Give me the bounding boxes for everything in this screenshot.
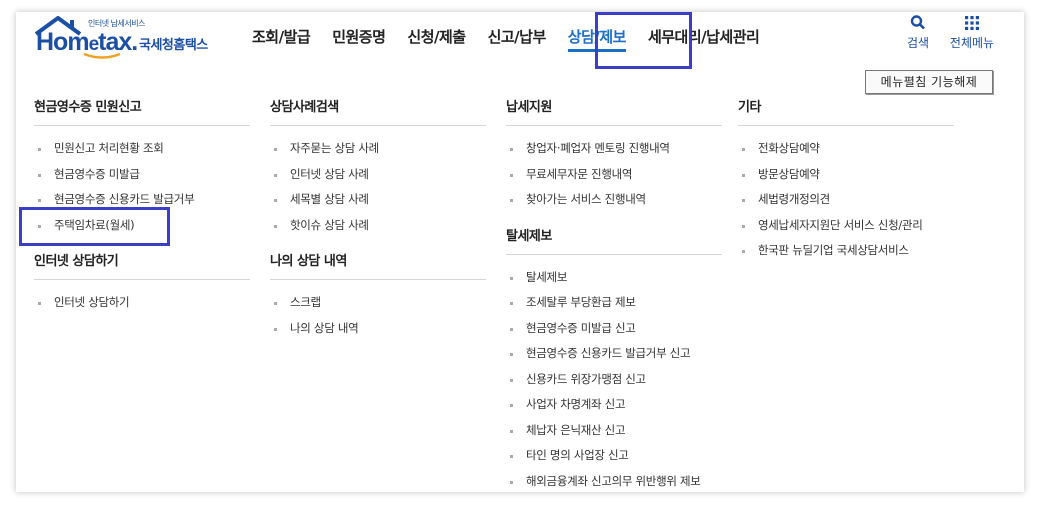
logo-org-name: 국세청홈택스 bbox=[139, 38, 208, 53]
menu-column-2: 상담사례검색 자주묻는 상담 사례 인터넷 상담 사례 세목별 상담 사례 핫이… bbox=[270, 96, 486, 353]
menu-column-4: 기타 전화상담예약 방문상담예약 세법령개정의견 영세납세자지원단 서비스 신청… bbox=[738, 96, 954, 276]
gnb-item-report-payment[interactable]: 신고/납부 bbox=[477, 12, 557, 70]
section-title[interactable]: 기타 bbox=[738, 96, 954, 126]
hometax-logo[interactable]: 인터넷 납세서비스 Hometax. 국세청홈택스 bbox=[34, 14, 234, 60]
main-frame: 인터넷 납세서비스 Hometax. 국세청홈택스 조회/발급 민원증명 신청/… bbox=[16, 12, 1024, 492]
gnb-item-application[interactable]: 신청/제출 bbox=[396, 12, 476, 70]
search-label: 검색 bbox=[906, 36, 930, 50]
section-tax-evasion-report: 탈세제보 탈세제보 조세탈루 부당환급 제보 현금영수증 미발급 신고 현금영수… bbox=[506, 225, 722, 493]
section-title[interactable]: 나의 상담 내역 bbox=[270, 250, 486, 280]
menu-item[interactable]: 전화상담예약 bbox=[738, 136, 954, 162]
menu-item[interactable]: 사업자 차명계좌 신고 bbox=[506, 392, 722, 418]
section-title[interactable]: 상담사례검색 bbox=[270, 96, 486, 126]
menu-item[interactable]: 자주묻는 상담 사례 bbox=[270, 136, 486, 162]
menu-item[interactable]: 조세탈루 부당환급 제보 bbox=[506, 290, 722, 316]
menu-item[interactable]: 인터넷 상담하기 bbox=[34, 290, 250, 316]
menu-item[interactable]: 인터넷 상담 사례 bbox=[270, 162, 486, 188]
menu-item[interactable]: 영세납세자지원단 서비스 신청/관리 bbox=[738, 213, 954, 239]
menu-item[interactable]: 현금영수증 미발급 신고 bbox=[506, 316, 722, 342]
menu-item[interactable]: 해외금융계좌 신고의무 위반행위 제보 bbox=[506, 469, 722, 493]
menu-item[interactable]: 민원신고 처리현황 조회 bbox=[34, 136, 250, 162]
menu-item[interactable]: 방문상담예약 bbox=[738, 162, 954, 188]
menu-item[interactable]: 타인 명의 사업장 신고 bbox=[506, 443, 722, 469]
gnb-item-certificate[interactable]: 민원증명 bbox=[321, 12, 396, 70]
menu-item[interactable]: 찾아가는 서비스 진행내역 bbox=[506, 187, 722, 213]
menu-item[interactable]: 현금영수증 미발급 bbox=[34, 162, 250, 188]
menu-item[interactable]: 무료세무자문 진행내역 bbox=[506, 162, 722, 188]
highlight-box-housing-rent bbox=[19, 207, 170, 246]
all-menu-button[interactable]: 전체메뉴 bbox=[944, 14, 1000, 51]
menu-item[interactable]: 신용카드 위장가맹점 신고 bbox=[506, 367, 722, 393]
menu-item[interactable]: 현금영수증 신용카드 발급거부 신고 bbox=[506, 341, 722, 367]
highlight-box-consult-tab bbox=[595, 12, 692, 69]
all-menu-label: 전체메뉴 bbox=[949, 36, 995, 50]
section-consult-case-search: 상담사례검색 자주묻는 상담 사례 인터넷 상담 사례 세목별 상담 사례 핫이… bbox=[270, 96, 486, 238]
section-title[interactable]: 현금영수증 민원신고 bbox=[34, 96, 250, 126]
menu-fold-toggle-button[interactable]: 메뉴펼침 기능해제 bbox=[865, 70, 993, 94]
section-tax-support: 납세지원 창업자·폐업자 멘토링 진행내역 무료세무자문 진행내역 찾아가는 서… bbox=[506, 96, 722, 213]
menu-item[interactable]: 한국판 뉴딜기업 국세상담서비스 bbox=[738, 238, 954, 264]
grid-menu-icon bbox=[965, 16, 979, 30]
section-title[interactable]: 인터넷 상담하기 bbox=[34, 250, 250, 280]
section-internet-consult: 인터넷 상담하기 인터넷 상담하기 bbox=[34, 250, 250, 316]
section-title[interactable]: 납세지원 bbox=[506, 96, 722, 126]
menu-item[interactable]: 핫이슈 상담 사례 bbox=[270, 213, 486, 239]
logo-swoosh-icon bbox=[83, 52, 121, 59]
menu-item[interactable]: 체납자 은닉재산 신고 bbox=[506, 418, 722, 444]
menu-item[interactable]: 탈세제보 bbox=[506, 265, 722, 291]
section-others: 기타 전화상담예약 방문상담예약 세법령개정의견 영세납세자지원단 서비스 신청… bbox=[738, 96, 954, 264]
menu-column-3: 납세지원 창업자·폐업자 멘토링 진행내역 무료세무자문 진행내역 찾아가는 서… bbox=[506, 96, 722, 492]
menu-item[interactable]: 창업자·폐업자 멘토링 진행내역 bbox=[506, 136, 722, 162]
menu-item[interactable]: 스크랩 bbox=[270, 290, 486, 316]
search-button[interactable]: 검색 bbox=[900, 14, 936, 51]
menu-item[interactable]: 나의 상담 내역 bbox=[270, 316, 486, 342]
gnb-item-inquiry[interactable]: 조회/발급 bbox=[241, 12, 321, 70]
menu-item[interactable]: 세법령개정의견 bbox=[738, 187, 954, 213]
section-my-consult: 나의 상담 내역 스크랩 나의 상담 내역 bbox=[270, 250, 486, 341]
section-title[interactable]: 탈세제보 bbox=[506, 225, 722, 255]
menu-item[interactable]: 세목별 상담 사례 bbox=[270, 187, 486, 213]
header: 인터넷 납세서비스 Hometax. 국세청홈택스 조회/발급 민원증명 신청/… bbox=[16, 12, 1024, 70]
search-icon bbox=[910, 15, 925, 30]
